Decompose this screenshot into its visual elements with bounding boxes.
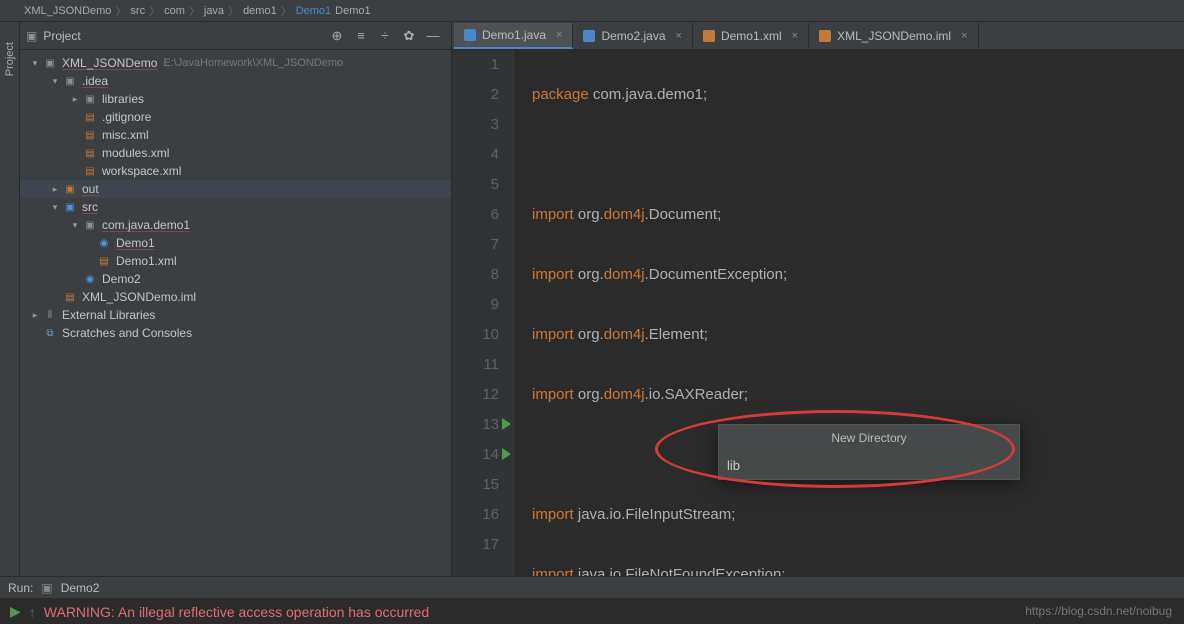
tab-demo2-java[interactable]: Demo2.java×: [573, 23, 692, 49]
tree-gitignore[interactable]: ▤.gitignore: [20, 108, 451, 126]
new-directory-popup: New Directory lib: [718, 424, 1020, 480]
watermark: https://blog.csdn.net/noibug: [1025, 604, 1172, 618]
warning-text: WARNING: An illegal reflective access op…: [44, 604, 429, 620]
code-body[interactable]: package com.java.demo1; import org.dom4j…: [514, 50, 1184, 576]
run-config: Demo2: [61, 581, 100, 595]
hide-icon[interactable]: —: [424, 27, 442, 45]
crumb-1[interactable]: src: [130, 5, 145, 17]
close-icon[interactable]: ×: [792, 30, 798, 42]
java-icon: [583, 30, 595, 42]
project-title[interactable]: Project: [37, 29, 325, 43]
close-icon[interactable]: ×: [961, 30, 967, 42]
crumb-3[interactable]: java: [204, 5, 224, 17]
run-output[interactable]: ▶ ↑ WARNING: An illegal reflective acces…: [0, 599, 1184, 624]
tree-demo1xml[interactable]: ▤Demo1.xml: [20, 252, 451, 270]
tree-demo1[interactable]: ◉Demo1: [20, 234, 451, 252]
tree-workspace[interactable]: ▤workspace.xml: [20, 162, 451, 180]
run-icon[interactable]: [502, 448, 511, 460]
xml-icon: [703, 30, 715, 42]
project-tree[interactable]: ▾▣XML_JSONDemoE:\JavaHomework\XML_JSONDe…: [20, 50, 451, 576]
editor: Demo1.java× Demo2.java× Demo1.xml× XML_J…: [452, 22, 1184, 576]
tree-demo2[interactable]: ◉Demo2: [20, 270, 451, 288]
tree-root[interactable]: ▾▣XML_JSONDemoE:\JavaHomework\XML_JSONDe…: [20, 54, 451, 72]
project-panel: ▣ Project ⊕ ≡ ÷ ✿ — ▾▣XML_JSONDemoE:\Jav…: [20, 22, 452, 576]
iml-icon: [819, 30, 831, 42]
crumb-0[interactable]: XML_JSONDemo: [24, 5, 111, 17]
expand-icon[interactable]: ≡: [352, 27, 370, 45]
tab-demo1-java[interactable]: Demo1.java×: [454, 23, 573, 49]
tree-idea[interactable]: ▾▣.idea: [20, 72, 451, 90]
close-icon[interactable]: ×: [676, 30, 682, 42]
folder-icon: ▣: [26, 29, 37, 43]
play-icon[interactable]: ▶: [10, 603, 21, 620]
sidebar-tool-tab[interactable]: Project: [0, 22, 20, 576]
run-icon[interactable]: [502, 418, 511, 430]
tree-pkg[interactable]: ▾▣com.java.demo1: [20, 216, 451, 234]
tab-iml[interactable]: XML_JSONDemo.iml×: [809, 23, 978, 49]
tree-out[interactable]: ▸▣out: [20, 180, 451, 198]
tree-extlib[interactable]: ▸⫴External Libraries: [20, 306, 451, 324]
locate-icon[interactable]: ⊕: [328, 27, 346, 45]
arrow-up-icon[interactable]: ↑: [29, 604, 36, 620]
run-header[interactable]: Run: ▣ Demo2: [0, 577, 1184, 599]
project-header: ▣ Project ⊕ ≡ ÷ ✿ —: [20, 22, 451, 50]
tree-misc[interactable]: ▤misc.xml: [20, 126, 451, 144]
directory-name-input[interactable]: lib: [719, 452, 1019, 479]
crumb-4[interactable]: demo1: [243, 5, 277, 17]
run-label: Run:: [8, 581, 33, 595]
editor-tabs: Demo1.java× Demo2.java× Demo1.xml× XML_J…: [452, 22, 1184, 50]
settings-icon[interactable]: ✿: [400, 27, 418, 45]
project-tab-label: Project: [4, 42, 16, 76]
gutter: 123 456 789 101112 13 14 151617: [452, 50, 514, 576]
run-panel: Run: ▣ Demo2 ▶ ↑ WARNING: An illegal ref…: [0, 576, 1184, 624]
tree-scratch[interactable]: ⧉Scratches and Consoles: [20, 324, 451, 342]
java-icon: [464, 29, 476, 41]
tree-iml[interactable]: ▤XML_JSONDemo.iml: [20, 288, 451, 306]
popup-title: New Directory: [719, 425, 1019, 452]
breadcrumb: XML_JSONDemo〉 src〉 com〉 java〉 demo1〉 Dem…: [0, 0, 1184, 22]
close-icon[interactable]: ×: [556, 29, 562, 41]
tab-demo1-xml[interactable]: Demo1.xml×: [693, 23, 809, 49]
tree-src[interactable]: ▾▣src: [20, 198, 451, 216]
code-area[interactable]: 123 456 789 101112 13 14 151617 package …: [452, 50, 1184, 576]
crumb-2[interactable]: com: [164, 5, 185, 17]
tree-modules[interactable]: ▤modules.xml: [20, 144, 451, 162]
tree-libraries[interactable]: ▸▣libraries: [20, 90, 451, 108]
collapse-icon[interactable]: ÷: [376, 27, 394, 45]
crumb-5[interactable]: Demo1: [296, 5, 331, 17]
